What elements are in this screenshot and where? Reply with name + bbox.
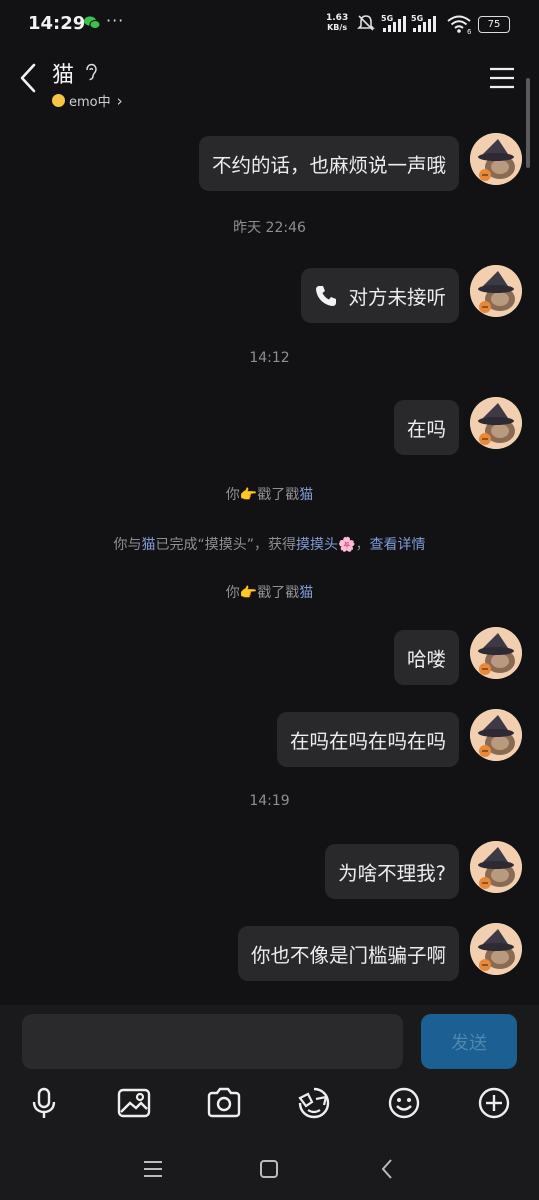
poke-action: 戳了戳	[257, 585, 300, 601]
status-line[interactable]: emo中 ›	[52, 91, 123, 110]
wechat-icon	[84, 16, 100, 29]
message-bubble[interactable]: 哈喽	[393, 630, 459, 685]
message-bubble[interactable]: 不约的话，也麻烦说一声哦	[198, 136, 459, 191]
pointing-finger-icon: 👉	[239, 487, 258, 503]
back-arrow-icon[interactable]	[18, 62, 38, 94]
status-text: emo中	[69, 95, 111, 110]
view-details-link[interactable]: 查看详情	[369, 537, 425, 553]
signal-icon-2: 5G	[411, 14, 436, 32]
message-bubble[interactable]: 为啥不理我?	[325, 844, 459, 899]
avatar[interactable]	[470, 133, 522, 185]
flower-icon: 🌸	[338, 537, 356, 553]
friend-name-link[interactable]: 猫	[142, 537, 156, 553]
timestamp: 14:12	[249, 350, 290, 366]
send-button[interactable]: 发送	[421, 1014, 517, 1069]
svg-text:5G: 5G	[411, 14, 423, 23]
poke-target-link[interactable]: 猫	[299, 585, 313, 601]
net-speed: 1.63 KB/s	[326, 13, 349, 33]
emoji-icon[interactable]	[386, 1085, 422, 1121]
svg-text:6: 6	[467, 28, 472, 34]
avatar[interactable]	[470, 627, 522, 679]
emo-face-icon	[52, 94, 65, 107]
camera-icon[interactable]	[206, 1085, 242, 1121]
timestamp: 14:19	[249, 793, 290, 809]
chat-title[interactable]: 猫	[52, 57, 74, 89]
home-icon[interactable]	[259, 1159, 279, 1179]
avatar[interactable]	[470, 397, 522, 449]
phone-icon	[316, 285, 337, 306]
wifi-icon: 6	[447, 15, 472, 34]
message-bubble[interactable]: 你也不像是门槛骗子啊	[237, 926, 459, 981]
menu-icon[interactable]	[489, 67, 515, 89]
message-bubble[interactable]: 在吗	[393, 400, 459, 455]
sticker-icon[interactable]	[296, 1085, 332, 1121]
avatar[interactable]	[470, 923, 522, 975]
pointing-finger-icon: 👉	[239, 585, 258, 601]
signal-icon-1: 5G	[381, 14, 406, 32]
call-text: 对方未接听	[348, 286, 446, 309]
call-bubble[interactable]: 对方未接听	[301, 268, 459, 323]
status-time: 14:29	[28, 13, 86, 34]
scrollbar[interactable]	[526, 78, 530, 168]
touch-head-notice: 你与猫已完成“摸摸头”，获得摸摸头🌸，查看详情	[0, 534, 539, 554]
ear-icon[interactable]	[83, 63, 99, 81]
avatar[interactable]	[470, 841, 522, 893]
poke-action: 戳了戳	[257, 487, 300, 503]
poke-you: 你	[225, 487, 240, 503]
poke-target-link[interactable]: 猫	[299, 487, 313, 503]
avatar[interactable]	[470, 709, 522, 761]
mic-icon[interactable]	[26, 1085, 62, 1121]
poke-notice: 你👉戳了戳猫	[0, 484, 539, 504]
image-icon[interactable]	[116, 1085, 152, 1121]
toolbar	[0, 1081, 539, 1131]
recent-apps-icon[interactable]	[143, 1160, 163, 1178]
more-notifications-icon: ···	[106, 11, 125, 30]
touch-middle: 已完成“摸摸头”，获得	[155, 537, 297, 553]
poke-you: 你	[225, 585, 240, 601]
chevron-right-icon: ›	[116, 91, 123, 110]
reward-link[interactable]: 摸摸头	[296, 537, 338, 553]
mute-icon	[357, 15, 375, 31]
avatar[interactable]	[470, 265, 522, 317]
timestamp: 昨天 22:46	[233, 220, 306, 236]
poke-notice: 你👉戳了戳猫	[0, 582, 539, 602]
back-nav-icon[interactable]	[380, 1158, 394, 1180]
touch-comma: ，	[355, 537, 370, 553]
battery-indicator: 75	[478, 16, 510, 33]
touch-prefix: 你与	[113, 537, 142, 553]
svg-text:5G: 5G	[381, 14, 393, 23]
message-input[interactable]	[22, 1014, 403, 1069]
plus-icon[interactable]	[476, 1085, 512, 1121]
message-bubble[interactable]: 在吗在吗在吗在吗	[276, 712, 459, 767]
